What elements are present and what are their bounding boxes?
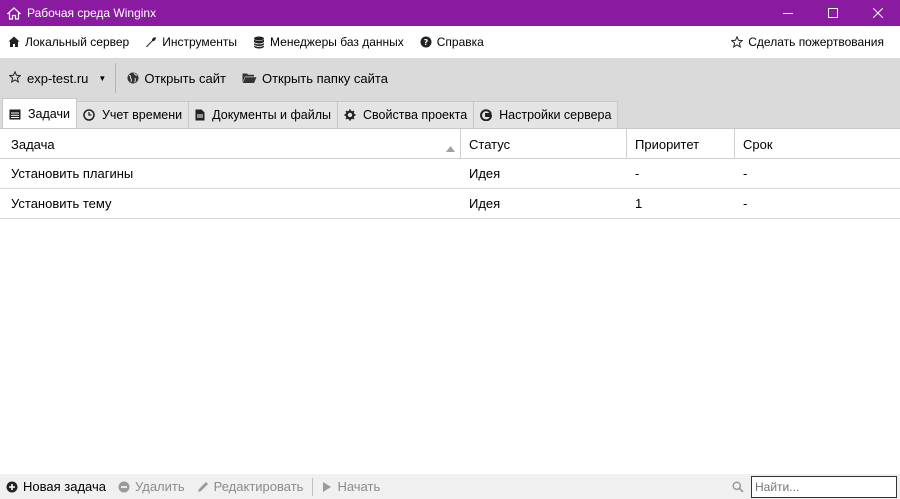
cell-task: Установить тему — [11, 196, 112, 211]
play-icon — [322, 481, 332, 493]
tab-time-tracking-label: Учет времени — [101, 108, 183, 122]
toolbar: exp-test.ru ▼ Открыть сайт Открыть папку… — [0, 58, 900, 98]
donate-label: Сделать пожертвования — [748, 35, 884, 49]
minus-circle-icon — [118, 481, 130, 493]
open-folder-label: Открыть папку сайта — [261, 70, 388, 86]
bottom-toolbar: Новая задача Удалить Редактировать Начат… — [0, 474, 900, 499]
column-header-priority[interactable]: Приоритет — [627, 129, 735, 159]
open-site-button[interactable]: Открыть сайт — [119, 58, 234, 98]
calendar-icon — [9, 108, 21, 120]
minimize-button[interactable] — [765, 0, 810, 26]
tab-strip: Задачи Учет времени Документы и файлы Св… — [0, 98, 900, 128]
table-row[interactable]: Установить плагины Идея - - — [0, 159, 900, 189]
globe-icon — [127, 72, 139, 84]
bottom-separator — [312, 477, 314, 496]
tab-documents[interactable]: Документы и файлы — [188, 101, 339, 128]
window-title: Рабочая среда Winginx — [27, 6, 157, 20]
table-header: Задача Статус Приоритет Срок — [0, 129, 900, 159]
new-task-button[interactable]: Новая задача — [0, 474, 112, 499]
star-icon — [731, 36, 744, 48]
site-name: exp-test.ru — [27, 70, 89, 86]
help-icon: ? — [420, 36, 432, 48]
sort-up-icon — [446, 140, 455, 155]
cell-deadline: - — [743, 196, 748, 211]
cell-deadline: - — [743, 166, 748, 181]
delete-label: Удалить — [134, 479, 185, 494]
column-status-label: Статус — [469, 136, 511, 152]
open-site-label: Открыть сайт — [144, 70, 226, 86]
close-button[interactable] — [855, 0, 900, 26]
tab-server-settings-label: Настройки сервера — [499, 108, 612, 122]
menu-local-server-label: Локальный сервер — [25, 35, 130, 49]
tab-project-properties-label: Свойства проекта — [363, 108, 468, 122]
menu-tools-label: Инструменты — [162, 35, 238, 49]
maximize-button[interactable] — [810, 0, 855, 26]
cell-status: Идея — [469, 166, 501, 181]
edit-button[interactable]: Редактировать — [191, 474, 310, 499]
pencil-icon — [197, 481, 209, 493]
start-button[interactable]: Начать — [316, 474, 386, 499]
menu-local-server[interactable]: Локальный сервер — [0, 26, 137, 58]
task-table: Задача Статус Приоритет Срок Установить … — [0, 128, 900, 474]
start-label: Начать — [337, 479, 381, 494]
tab-tasks[interactable]: Задачи — [2, 98, 77, 128]
cell-task: Установить плагины — [11, 166, 134, 181]
column-header-deadline[interactable]: Срок — [735, 129, 900, 159]
wrench-icon — [145, 36, 157, 48]
tab-documents-label: Документы и файлы — [212, 108, 332, 122]
toolbar-separator — [115, 63, 117, 93]
column-header-task[interactable]: Задача — [0, 129, 461, 159]
open-folder-button[interactable]: Открыть папку сайта — [234, 58, 396, 98]
menu-db-managers[interactable]: Менеджеры баз данных — [245, 26, 412, 58]
new-task-label: Новая задача — [23, 479, 106, 494]
home-icon — [8, 36, 20, 48]
column-header-status[interactable]: Статус — [461, 129, 627, 159]
column-deadline-label: Срок — [743, 136, 773, 152]
column-priority-label: Приоритет — [635, 136, 700, 152]
svg-text:?: ? — [423, 38, 428, 47]
cell-priority: - — [635, 166, 640, 181]
clock-icon — [83, 109, 95, 121]
menu-tools[interactable]: Инструменты — [137, 26, 245, 58]
edit-label: Редактировать — [213, 479, 304, 494]
database-icon — [253, 36, 265, 48]
search-area — [732, 476, 897, 498]
menu-help[interactable]: ? Справка — [412, 26, 492, 58]
delete-button[interactable]: Удалить — [112, 474, 191, 499]
gear-icon — [344, 109, 356, 121]
folder-open-icon — [242, 72, 257, 84]
tab-server-settings[interactable]: Настройки сервера — [473, 101, 619, 128]
tab-time-tracking[interactable]: Учет времени — [75, 101, 190, 128]
column-task-label: Задача — [11, 136, 55, 152]
search-input[interactable] — [751, 476, 897, 498]
tab-tasks-label: Задачи — [28, 106, 70, 121]
server-icon — [480, 109, 493, 121]
donate-button[interactable]: Сделать пожертвования — [723, 26, 892, 58]
caret-down-icon: ▼ — [98, 73, 107, 83]
app-home-icon — [7, 6, 21, 20]
plus-circle-icon — [6, 481, 18, 493]
site-selector[interactable]: exp-test.ru ▼ — [0, 58, 112, 98]
search-icon — [732, 481, 744, 493]
menu-db-managers-label: Менеджеры баз данных — [270, 35, 404, 49]
title-bar: Рабочая среда Winginx — [0, 0, 900, 26]
menu-bar: Локальный сервер Инструменты Менеджеры б… — [0, 26, 900, 58]
star-icon — [8, 70, 22, 86]
file-icon — [195, 109, 205, 121]
cell-priority: 1 — [635, 196, 643, 211]
menu-help-label: Справка — [436, 35, 484, 49]
tab-project-properties[interactable]: Свойства проекта — [337, 101, 475, 128]
table-row[interactable]: Установить тему Идея 1 - — [0, 189, 900, 219]
cell-status: Идея — [469, 196, 501, 211]
